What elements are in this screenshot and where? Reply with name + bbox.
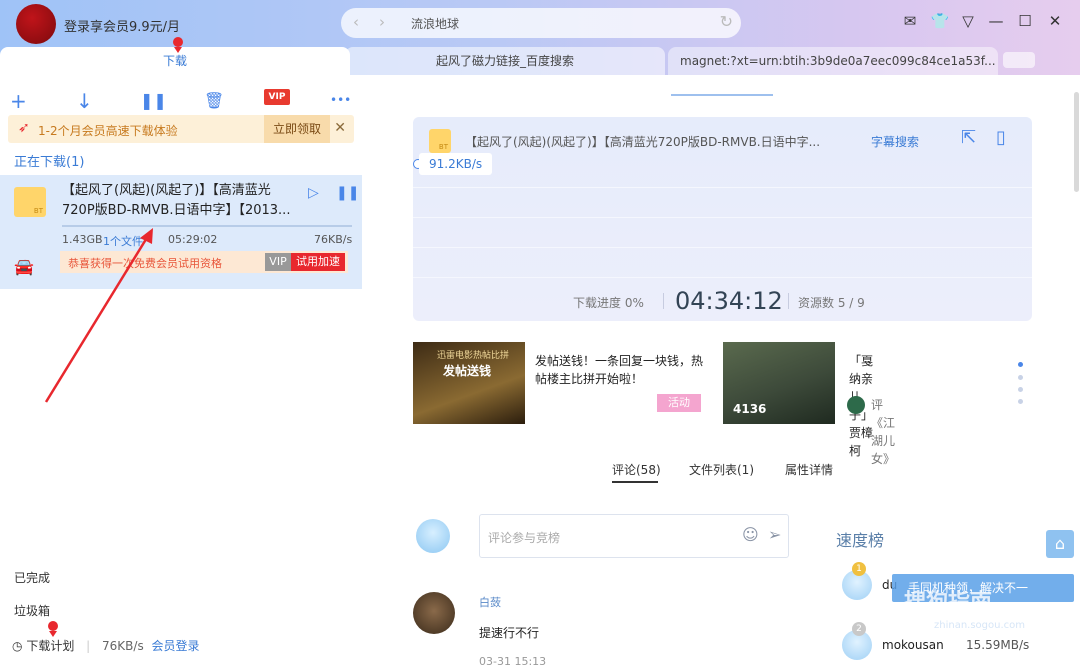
- menu-icon[interactable]: ▽: [958, 12, 978, 30]
- remaining-time-large: 04:34:12: [675, 287, 783, 315]
- pager-dot[interactable]: [1018, 387, 1023, 392]
- download-plan[interactable]: 下载计划: [26, 639, 74, 653]
- item-pause-icon[interactable]: ❚❚: [336, 185, 359, 201]
- comment-input[interactable]: 评论参与竞榜 ☺ ➢: [479, 514, 789, 558]
- commenter-avatar[interactable]: [413, 592, 455, 634]
- address-bar[interactable]: ‹ › 流浪地球 ↻: [341, 8, 741, 38]
- download-icon[interactable]: ↓: [76, 89, 93, 113]
- more-icon[interactable]: •••: [330, 93, 351, 107]
- trash-nav[interactable]: 垃圾箱: [14, 602, 50, 619]
- tab-baidu-search[interactable]: 起风了磁力链接_百度搜索: [345, 47, 665, 75]
- watermark-url: zhinan.sogou.com: [934, 620, 1026, 631]
- rank-speed: 15.59MB/s: [966, 638, 1030, 652]
- download-name: 【起风了(风起)(风起了)】【高清蓝光720P版BD-RMVB.日语中字】【20…: [62, 183, 291, 218]
- phone-icon[interactable]: ▯: [996, 127, 1006, 148]
- speed-ranking-title: 速度榜: [836, 531, 885, 550]
- watermark-text: 搜狗指南: [904, 590, 993, 615]
- detail-panel: BT 【起风了(风起)(风起了)】【高清蓝光720P版BD-RMVB.日语中字.…: [362, 75, 1080, 668]
- refresh-icon[interactable]: ↻: [720, 12, 733, 31]
- detail-indicator: [671, 94, 773, 96]
- vip-icon[interactable]: VIP: [264, 89, 290, 105]
- promo-close-icon[interactable]: ✕: [334, 120, 346, 136]
- tab-comments[interactable]: 评论(58): [612, 461, 661, 478]
- trial-vip-badge: VIP: [265, 253, 291, 271]
- close-icon[interactable]: ✕: [1045, 12, 1065, 30]
- active-tab-indicator: [612, 481, 658, 483]
- add-icon[interactable]: +: [10, 89, 27, 113]
- user-avatar[interactable]: [16, 4, 56, 44]
- downloading-section[interactable]: 正在下载(1): [14, 151, 84, 170]
- speed-car-icon: 🚘: [14, 257, 34, 276]
- home-icon[interactable]: ⌂: [1046, 530, 1074, 558]
- download-speed: 76KB/s: [314, 233, 353, 246]
- trial-text: 恭喜获得一次免费会员试用资格: [68, 257, 222, 270]
- forward-button[interactable]: ›: [379, 13, 385, 31]
- download-item[interactable]: BT 【起风了(风起)(风起了)】【高清蓝光720P版BD-RMVB.日语中字】…: [0, 175, 362, 289]
- promo-banner: ➶ 1-2个月会员高速下载体验 立即领取 ✕: [8, 115, 354, 143]
- pager-dot[interactable]: [1018, 399, 1023, 404]
- tab-properties[interactable]: 属性详情: [785, 461, 833, 478]
- skin-icon[interactable]: 👕: [930, 12, 950, 30]
- address-text[interactable]: 流浪地球: [411, 15, 459, 32]
- trial-accelerate-button[interactable]: 试用加速: [291, 253, 345, 271]
- rocket-icon: ➶: [18, 120, 30, 136]
- location-marker-icon: [48, 621, 58, 637]
- activity-tag: 活动: [657, 394, 701, 412]
- trash-icon[interactable]: 🗑: [204, 91, 224, 110]
- file-count[interactable]: 1个文件: [103, 233, 143, 249]
- status-speed: 76KB/s: [102, 639, 144, 653]
- send-icon[interactable]: ➢: [768, 525, 781, 544]
- completed-nav[interactable]: 已完成: [14, 569, 50, 586]
- maximize-icon[interactable]: ☐: [1015, 12, 1035, 30]
- detail-bt-icon: BT: [429, 129, 451, 153]
- detail-title: 【起风了(风起)(风起了)】【高清蓝光720P版BD-RMVB.日语中字...: [465, 135, 821, 149]
- commenter-name[interactable]: 白蔹: [479, 594, 501, 610]
- resource-count: 资源数 5 / 9: [798, 296, 865, 310]
- file-size: 1.43GB: [62, 233, 103, 246]
- back-button[interactable]: ‹: [353, 13, 359, 31]
- play-icon[interactable]: ▷: [308, 185, 319, 201]
- pager-dot-active[interactable]: [1018, 362, 1023, 367]
- promo-thumbnail: 迅雷电影热帖比拼 发帖送钱: [413, 342, 525, 424]
- bt-file-icon: BT: [14, 187, 46, 217]
- minimize-icon[interactable]: —: [986, 12, 1006, 30]
- new-tab-button[interactable]: [1003, 52, 1035, 68]
- promo-post-text: 发帖送钱！一条回复一块钱，热帖楼主比拼开始啦！: [535, 354, 704, 386]
- reviewer-avatar: [847, 396, 865, 414]
- comment-date: 03-31 15:13: [479, 655, 547, 668]
- detail-speed: 91.2KB/s: [419, 153, 493, 175]
- subtitle-search-link[interactable]: 字幕搜索: [871, 133, 919, 150]
- location-marker-icon: [173, 37, 183, 53]
- pause-icon[interactable]: ❚❚: [140, 91, 167, 110]
- comment-text: 提速行不行: [479, 626, 540, 640]
- rank-number: 1: [852, 562, 866, 576]
- clock-icon: ◷: [12, 639, 23, 653]
- rank-number: 2: [852, 622, 866, 636]
- tab-magnet[interactable]: magnet:?xt=urn:btih:3b9de0a7eec099c84ce1…: [668, 47, 998, 75]
- progress-bar: [62, 225, 352, 227]
- share-icon[interactable]: ⇱: [961, 127, 976, 148]
- mail-icon[interactable]: ✉: [900, 12, 920, 30]
- pager-dot[interactable]: [1018, 375, 1023, 380]
- view-count: 4136: [733, 402, 767, 416]
- promo-text: 1-2个月会员高速下载体验: [38, 124, 178, 138]
- remaining-time: 05:29:02: [168, 233, 218, 246]
- emoji-icon[interactable]: ☺: [742, 525, 759, 544]
- movie-thumbnail: 4136: [723, 342, 835, 424]
- member-login[interactable]: 会员登录: [152, 639, 200, 653]
- comment-placeholder: 评论参与竞榜: [488, 531, 561, 545]
- trial-banner: 恭喜获得一次免费会员试用资格 VIP 试用加速: [60, 251, 348, 273]
- detail-card: BT 【起风了(风起)(风起了)】【高清蓝光720P版BD-RMVB.日语中字.…: [413, 117, 1032, 321]
- status-bar: ◷ 下载计划 | 76KB/s 会员登录: [12, 639, 200, 653]
- tab-file-list[interactable]: 文件列表(1): [689, 461, 754, 478]
- review-title: 评《江湖儿女》: [871, 398, 896, 466]
- progress-label: 下载进度 0%: [573, 296, 644, 310]
- download-panel: + ↓ ❚❚ 🗑 VIP ••• ➶ 1-2个月会员高速下载体验 立即领取 ✕ …: [0, 75, 362, 666]
- vip-promo-text[interactable]: 登录享会员9.9元/月: [64, 16, 180, 35]
- my-avatar: [416, 519, 450, 553]
- claim-button[interactable]: 立即领取: [264, 115, 330, 143]
- rank-name: mokousan: [882, 638, 944, 652]
- scrollbar[interactable]: [1074, 92, 1079, 192]
